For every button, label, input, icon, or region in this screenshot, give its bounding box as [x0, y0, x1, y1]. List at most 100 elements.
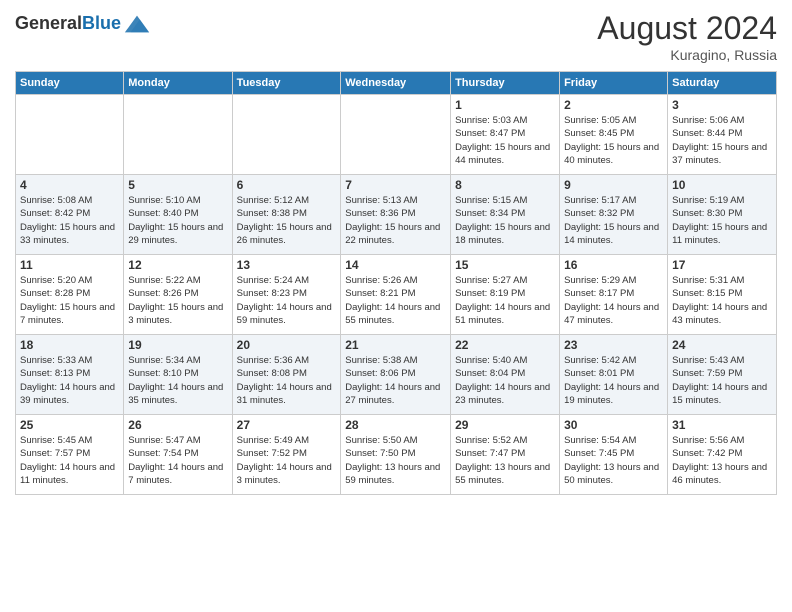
- day-info: Sunrise: 5:22 AMSunset: 8:26 PMDaylight:…: [128, 275, 223, 326]
- day-number: 13: [237, 258, 337, 272]
- day-number: 17: [672, 258, 772, 272]
- day-number: 29: [455, 418, 555, 432]
- title-block: August 2024 Kuragino, Russia: [597, 10, 777, 63]
- table-row: [16, 95, 124, 175]
- table-row: 8Sunrise: 5:15 AMSunset: 8:34 PMDaylight…: [451, 175, 560, 255]
- table-row: 16Sunrise: 5:29 AMSunset: 8:17 PMDayligh…: [560, 255, 668, 335]
- col-thursday: Thursday: [451, 72, 560, 95]
- table-row: 4 Sunrise: 5:08 AMSunset: 8:42 PMDaylight…: [16, 175, 124, 255]
- day-number: 14: [345, 258, 446, 272]
- day-number: 4: [20, 178, 119, 192]
- day-number: 22: [455, 338, 555, 352]
- day-info: Sunrise: 5:34 AMSunset: 8:10 PMDaylight:…: [128, 355, 223, 406]
- table-row: 3Sunrise: 5:06 AMSunset: 8:44 PMDaylight…: [668, 95, 777, 175]
- day-info: Sunrise: 5:54 AMSunset: 7:45 PMDaylight:…: [564, 435, 659, 486]
- table-row: 18 Sunrise: 5:33 AMSunset: 8:13 PMDayligh…: [16, 335, 124, 415]
- day-info: Sunrise: 5:52 AMSunset: 7:47 PMDaylight:…: [455, 435, 550, 486]
- day-number: 7: [345, 178, 446, 192]
- table-row: 7 Sunrise: 5:13 AMSunset: 8:36 PMDaylight…: [341, 175, 451, 255]
- table-row: 20Sunrise: 5:36 AMSunset: 8:08 PMDayligh…: [232, 335, 341, 415]
- day-number: 6: [237, 178, 337, 192]
- day-number: 27: [237, 418, 337, 432]
- day-number: 18: [20, 338, 119, 352]
- page: GeneralBlue August 2024 Kuragino, Russia…: [0, 0, 792, 612]
- day-number: 12: [128, 258, 227, 272]
- table-row: 11 Sunrise: 5:20 AMSunset: 8:28 PMDayligh…: [16, 255, 124, 335]
- day-info: Sunrise: 5:50 AMSunset: 7:50 PMDaylight:…: [345, 435, 440, 486]
- day-number: 20: [237, 338, 337, 352]
- day-number: 15: [455, 258, 555, 272]
- day-number: 9: [564, 178, 663, 192]
- logo-general: General: [15, 13, 82, 33]
- day-number: 2: [564, 98, 663, 112]
- day-info: Sunrise: 5:33 AMSunset: 8:13 PMDaylight:…: [20, 355, 115, 406]
- day-info: Sunrise: 5:56 AMSunset: 7:42 PMDaylight:…: [672, 435, 767, 486]
- table-row: 21Sunrise: 5:38 AMSunset: 8:06 PMDayligh…: [341, 335, 451, 415]
- table-row: 25Sunrise: 5:45 AMSunset: 7:57 PMDayligh…: [16, 415, 124, 495]
- day-number: 31: [672, 418, 772, 432]
- day-number: 16: [564, 258, 663, 272]
- table-row: 19 Sunrise: 5:34 AMSunset: 8:10 PMDayligh…: [124, 335, 232, 415]
- table-row: 23 Sunrise: 5:42 AMSunset: 8:01 PMDayligh…: [560, 335, 668, 415]
- table-row: 13 Sunrise: 5:24 AMSunset: 8:23 PMDayligh…: [232, 255, 341, 335]
- calendar-week-row: 4 Sunrise: 5:08 AMSunset: 8:42 PMDaylight…: [16, 175, 777, 255]
- day-info: Sunrise: 5:19 AMSunset: 8:30 PMDaylight:…: [672, 195, 767, 246]
- col-friday: Friday: [560, 72, 668, 95]
- logo-icon: [123, 10, 151, 38]
- calendar-week-row: 18 Sunrise: 5:33 AMSunset: 8:13 PMDayligh…: [16, 335, 777, 415]
- day-info: Sunrise: 5:47 AMSunset: 7:54 PMDaylight:…: [128, 435, 223, 486]
- col-monday: Monday: [124, 72, 232, 95]
- calendar: Sunday Monday Tuesday Wednesday Thursday…: [15, 71, 777, 495]
- month-year: August 2024: [597, 10, 777, 47]
- table-row: 12 Sunrise: 5:22 AMSunset: 8:26 PMDayligh…: [124, 255, 232, 335]
- day-number: 25: [20, 418, 119, 432]
- day-number: 11: [20, 258, 119, 272]
- table-row: 5 Sunrise: 5:10 AMSunset: 8:40 PMDaylight…: [124, 175, 232, 255]
- logo-text: GeneralBlue: [15, 14, 121, 34]
- header: GeneralBlue August 2024 Kuragino, Russia: [15, 10, 777, 63]
- col-tuesday: Tuesday: [232, 72, 341, 95]
- table-row: [124, 95, 232, 175]
- day-info: Sunrise: 5:20 AMSunset: 8:28 PMDaylight:…: [20, 275, 115, 326]
- day-info: Sunrise: 5:42 AMSunset: 8:01 PMDaylight:…: [564, 355, 659, 406]
- day-info: Sunrise: 5:13 AMSunset: 8:36 PMDaylight:…: [345, 195, 440, 246]
- day-info: Sunrise: 5:24 AMSunset: 8:23 PMDaylight:…: [237, 275, 332, 326]
- table-row: 14 Sunrise: 5:26 AMSunset: 8:21 PMDayligh…: [341, 255, 451, 335]
- day-number: 8: [455, 178, 555, 192]
- table-row: 31 Sunrise: 5:56 AMSunset: 7:42 PMDayligh…: [668, 415, 777, 495]
- logo-blue: Blue: [82, 13, 121, 33]
- day-number: 24: [672, 338, 772, 352]
- day-info: Sunrise: 5:31 AMSunset: 8:15 PMDaylight:…: [672, 275, 767, 326]
- col-saturday: Saturday: [668, 72, 777, 95]
- day-info: Sunrise: 5:43 AMSunset: 7:59 PMDaylight:…: [672, 355, 767, 406]
- day-info: Sunrise: 5:08 AMSunset: 8:42 PMDaylight:…: [20, 195, 115, 246]
- table-row: 22Sunrise: 5:40 AMSunset: 8:04 PMDayligh…: [451, 335, 560, 415]
- table-row: [232, 95, 341, 175]
- col-wednesday: Wednesday: [341, 72, 451, 95]
- day-info: Sunrise: 5:26 AMSunset: 8:21 PMDaylight:…: [345, 275, 440, 326]
- table-row: 17 Sunrise: 5:31 AMSunset: 8:15 PMDayligh…: [668, 255, 777, 335]
- table-row: 10 Sunrise: 5:19 AMSunset: 8:30 PMDayligh…: [668, 175, 777, 255]
- day-info: Sunrise: 5:10 AMSunset: 8:40 PMDaylight:…: [128, 195, 223, 246]
- day-info: Sunrise: 5:38 AMSunset: 8:06 PMDaylight:…: [345, 355, 440, 406]
- table-row: 24 Sunrise: 5:43 AMSunset: 7:59 PMDayligh…: [668, 335, 777, 415]
- table-row: 30 Sunrise: 5:54 AMSunset: 7:45 PMDayligh…: [560, 415, 668, 495]
- table-row: 29 Sunrise: 5:52 AMSunset: 7:47 PMDayligh…: [451, 415, 560, 495]
- table-row: [341, 95, 451, 175]
- day-info: Sunrise: 5:03 AMSunset: 8:47 PMDaylight:…: [455, 115, 550, 166]
- calendar-header-row: Sunday Monday Tuesday Wednesday Thursday…: [16, 72, 777, 95]
- day-number: 26: [128, 418, 227, 432]
- day-number: 5: [128, 178, 227, 192]
- day-number: 30: [564, 418, 663, 432]
- table-row: 27Sunrise: 5:49 AMSunset: 7:52 PMDayligh…: [232, 415, 341, 495]
- table-row: 2Sunrise: 5:05 AMSunset: 8:45 PMDaylight…: [560, 95, 668, 175]
- day-number: 23: [564, 338, 663, 352]
- table-row: 9Sunrise: 5:17 AMSunset: 8:32 PMDaylight…: [560, 175, 668, 255]
- table-row: 1Sunrise: 5:03 AMSunset: 8:47 PMDaylight…: [451, 95, 560, 175]
- day-number: 28: [345, 418, 446, 432]
- day-number: 10: [672, 178, 772, 192]
- day-number: 19: [128, 338, 227, 352]
- table-row: 15Sunrise: 5:27 AMSunset: 8:19 PMDayligh…: [451, 255, 560, 335]
- table-row: 6Sunrise: 5:12 AMSunset: 8:38 PMDaylight…: [232, 175, 341, 255]
- table-row: 26 Sunrise: 5:47 AMSunset: 7:54 PMDayligh…: [124, 415, 232, 495]
